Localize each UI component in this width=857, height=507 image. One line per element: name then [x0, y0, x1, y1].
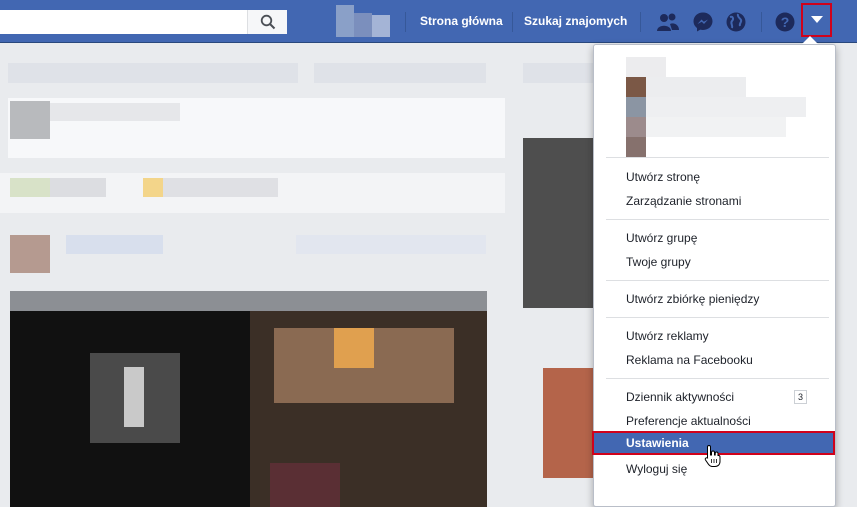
search-button[interactable]	[247, 10, 287, 34]
messenger-icon	[693, 12, 713, 32]
menu-caret	[802, 36, 818, 44]
nav-divider	[512, 12, 513, 32]
account-dropdown-menu: Utwórz stronę Zarządzanie stronami Utwór…	[592, 44, 836, 507]
menu-separator	[606, 378, 829, 379]
profile-avatar[interactable]	[336, 5, 390, 37]
menu-item-manage-pages[interactable]: Zarządzanie stronami	[594, 189, 835, 213]
nav-home-link[interactable]: Strona główna	[420, 14, 503, 28]
search-icon	[260, 14, 275, 30]
activity-count-badge: 3	[794, 390, 807, 404]
friends-icon	[657, 13, 679, 31]
caret-down-icon	[810, 16, 823, 23]
globe-icon	[726, 12, 746, 32]
menu-item-create-group[interactable]: Utwórz grupę	[594, 226, 835, 250]
search-input[interactable]	[0, 10, 287, 34]
notifications-button[interactable]	[723, 9, 749, 35]
messenger-button[interactable]	[690, 9, 716, 35]
help-button[interactable]: ?	[772, 9, 798, 35]
menu-item-create-page[interactable]: Utwórz stronę	[594, 165, 835, 189]
menu-item-your-groups[interactable]: Twoje grupy	[594, 250, 835, 274]
menu-item-news-feed-preferences[interactable]: Preferencje aktualności	[594, 409, 835, 433]
news-feed	[0, 43, 505, 507]
menu-separator	[606, 219, 829, 220]
nav-divider	[640, 12, 641, 32]
friend-requests-button[interactable]	[655, 9, 681, 35]
menu-item-label: Dziennik aktywności	[626, 390, 735, 404]
nav-divider	[761, 12, 762, 32]
menu-item-advertising[interactable]: Reklama na Facebooku	[594, 348, 835, 372]
menu-separator	[606, 280, 829, 281]
svg-text:?: ?	[781, 14, 790, 30]
top-bar: Strona główna Szukaj znajomych ?	[0, 0, 857, 43]
nav-find-friends-link[interactable]: Szukaj znajomych	[524, 14, 627, 28]
menu-separator	[606, 317, 829, 318]
hand-cursor-icon	[704, 444, 721, 467]
menu-item-create-ads[interactable]: Utwórz reklamy	[594, 324, 835, 348]
help-icon: ?	[775, 12, 795, 32]
menu-separator	[606, 157, 829, 158]
account-menu-button[interactable]	[801, 3, 832, 37]
nav-divider	[405, 12, 406, 32]
menu-item-create-fundraiser[interactable]: Utwórz zbiórkę pieniędzy	[594, 287, 835, 311]
menu-profile-block[interactable]	[606, 57, 806, 157]
menu-item-activity-log[interactable]: Dziennik aktywności 3	[594, 385, 835, 409]
